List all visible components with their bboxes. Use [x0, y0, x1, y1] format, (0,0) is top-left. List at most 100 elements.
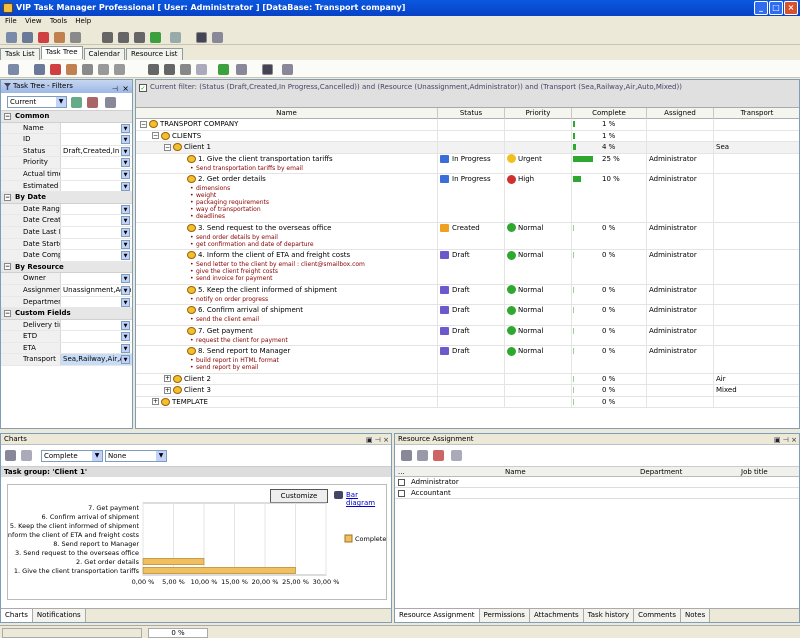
filter-row[interactable]: Date Create ▼: [1, 215, 132, 227]
duplicate-icon[interactable]: [114, 64, 125, 75]
resource-column-job-title[interactable]: Job title: [741, 467, 768, 477]
resource-column-name[interactable]: Name: [505, 467, 526, 477]
chevron-down-icon[interactable]: ▼: [121, 239, 130, 249]
expand-icon[interactable]: [196, 32, 207, 43]
column-header-name[interactable]: Name: [136, 108, 438, 119]
table-row[interactable]: − Client 1 4 % Sea: [136, 142, 799, 154]
undo-icon[interactable]: [170, 32, 181, 43]
move-bottom-icon[interactable]: [134, 32, 145, 43]
table-row[interactable]: + Client 2 0 % Air: [136, 373, 799, 385]
resource-row[interactable]: Administrator: [395, 477, 799, 488]
table-row[interactable]: − CLIENTS 1 %: [136, 130, 799, 142]
tab-calendar[interactable]: Calendar: [83, 48, 125, 60]
expand-toggle-icon[interactable]: +: [152, 398, 159, 405]
tab-notifications[interactable]: Notifications: [32, 609, 86, 622]
filter-value[interactable]: ▼: [61, 331, 132, 342]
table-row[interactable]: 8. Send report to Manager build report in…: [136, 346, 799, 374]
filter-row[interactable]: ETD ▼: [1, 331, 132, 343]
remove-icon[interactable]: [50, 64, 61, 75]
arrow-down-icon[interactable]: [148, 64, 159, 75]
resource-column-department[interactable]: Department: [640, 467, 682, 477]
filter-options-icon[interactable]: [105, 97, 116, 108]
copy-tree-icon[interactable]: [82, 64, 93, 75]
expand-toggle-icon[interactable]: +: [164, 375, 171, 382]
filter-value[interactable]: ▼: [61, 215, 132, 226]
filter-row[interactable]: Delivery time ▼: [1, 319, 132, 332]
table-row[interactable]: 1. Give the client transportation tariff…: [136, 153, 799, 174]
filter-row[interactable]: Name ▼: [1, 122, 132, 135]
chevron-down-icon[interactable]: ▼: [121, 355, 130, 365]
resource-options-icon[interactable]: [451, 450, 462, 461]
maximize-button[interactable]: □: [769, 1, 783, 15]
tab-resource-list[interactable]: Resource List: [125, 48, 183, 60]
filter-enabled-checkbox[interactable]: ✓: [139, 84, 147, 92]
outdent-icon[interactable]: [196, 64, 207, 75]
copy-icon[interactable]: [70, 32, 81, 43]
table-row[interactable]: 4. Inform the client of ETA and freight …: [136, 250, 799, 285]
move-down-icon[interactable]: [102, 32, 113, 43]
edit-resource-icon[interactable]: [401, 450, 412, 461]
tab-resource-assignment[interactable]: Resource Assignment: [395, 609, 480, 622]
column-header-complete[interactable]: Complete: [572, 108, 647, 119]
chevron-down-icon[interactable]: ▼: [121, 332, 130, 342]
tab-task-tree[interactable]: Task Tree: [40, 46, 83, 59]
chevron-down-icon[interactable]: ▼: [121, 146, 130, 156]
filter-value[interactable]: ▼: [61, 157, 132, 168]
export-icon[interactable]: [21, 450, 32, 461]
new-task-icon[interactable]: [6, 32, 17, 43]
paste-icon[interactable]: [98, 64, 109, 75]
filter-value[interactable]: Unassignment,Adm ▼: [61, 285, 132, 296]
chart-field-select[interactable]: Complete ▼: [41, 450, 103, 462]
chevron-down-icon[interactable]: ▼: [121, 343, 130, 353]
apply-filter-icon[interactable]: [71, 97, 82, 108]
filter-row[interactable]: Date Compl ▼: [1, 250, 132, 262]
clear-filter-icon[interactable]: [87, 97, 98, 108]
filter-row[interactable]: Priority ▼: [1, 157, 132, 169]
move-up-icon[interactable]: [118, 32, 129, 43]
filter-row[interactable]: Assignment Unassignment,Adm ▼: [1, 284, 132, 297]
filter-value[interactable]: ▼: [61, 320, 132, 331]
indent-icon[interactable]: [180, 64, 191, 75]
arrow-up-icon[interactable]: [164, 64, 175, 75]
filter-row[interactable]: Date Range ▼: [1, 203, 132, 216]
table-row[interactable]: 5. Keep the client informed of shipment n…: [136, 284, 799, 305]
filter-value[interactable]: ▼: [61, 343, 132, 354]
filter-row[interactable]: Status Draft,Created,In Pr ▼: [1, 145, 132, 158]
chevron-down-icon[interactable]: ▼: [121, 216, 130, 226]
collapse-icon[interactable]: −: [4, 193, 11, 201]
chevron-down-icon[interactable]: ▼: [121, 227, 130, 237]
table-row[interactable]: 7. Get payment request the client for pay…: [136, 325, 799, 346]
print-icon[interactable]: [5, 450, 16, 461]
cut-icon[interactable]: [54, 32, 65, 43]
refresh-icon[interactable]: [150, 32, 161, 43]
collapse-icon[interactable]: −: [4, 309, 11, 317]
filter-row[interactable]: Date Startec ▼: [1, 238, 132, 251]
minimize-button[interactable]: _: [754, 1, 768, 15]
filter-row[interactable]: Owner ▼: [1, 273, 132, 285]
chevron-down-icon[interactable]: ▼: [121, 204, 130, 214]
expand-toggle-icon[interactable]: +: [164, 386, 171, 394]
chevron-down-icon[interactable]: ▼: [121, 320, 130, 330]
reload-icon[interactable]: [218, 64, 229, 75]
filter-row[interactable]: ID ▼: [1, 134, 132, 146]
tab-permissions[interactable]: Permissions: [479, 609, 530, 622]
collapse-icon[interactable]: −: [4, 263, 11, 271]
collapse-icon[interactable]: −: [4, 112, 11, 120]
filter-preset-select[interactable]: Current ▼: [7, 96, 67, 108]
filter-value[interactable]: ▼: [61, 169, 132, 180]
chevron-down-icon[interactable]: ▼: [121, 285, 130, 295]
filter-group[interactable]: − By Date: [1, 192, 132, 204]
filter-value[interactable]: Draft,Created,In Pr ▼: [61, 146, 132, 157]
resource-row[interactable]: Accountant: [395, 488, 799, 499]
menu-help[interactable]: Help: [75, 17, 91, 25]
delete-task-icon[interactable]: [38, 32, 49, 43]
chevron-down-icon[interactable]: ▼: [121, 274, 130, 284]
close-button[interactable]: ×: [784, 1, 798, 15]
table-row[interactable]: 3. Send request to the overseas office se…: [136, 222, 799, 250]
filter-row[interactable]: ETA ▼: [1, 342, 132, 355]
filter-value[interactable]: ▼: [61, 181, 132, 192]
expand-all-icon[interactable]: [262, 64, 273, 75]
menu-file[interactable]: File: [5, 17, 17, 25]
expand-toggle-icon[interactable]: −: [140, 120, 147, 128]
filter-group[interactable]: − Custom Fields: [1, 308, 132, 320]
